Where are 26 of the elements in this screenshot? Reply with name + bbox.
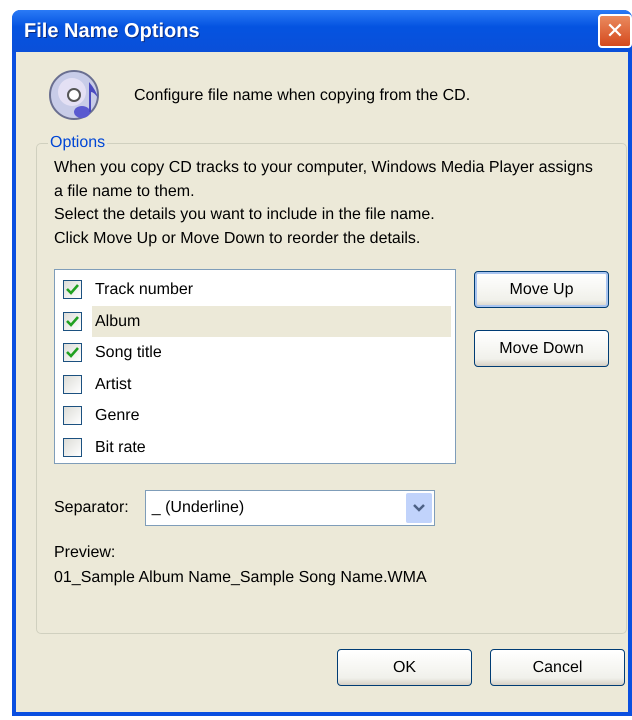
separator-dropdown[interactable]: _ (Underline) [144, 490, 435, 526]
checkbox[interactable] [63, 312, 82, 331]
preview-label: Preview: [54, 543, 116, 563]
move-button[interactable]: Move Down [474, 330, 609, 367]
dialog-button[interactable]: OK [337, 649, 472, 686]
preview-text: 01_Sample Album Name_Sample Song Name.WMA [54, 568, 428, 588]
checkbox[interactable] [63, 406, 82, 426]
checkbox[interactable] [63, 374, 82, 394]
list-item[interactable]: Bit rate [92, 432, 451, 463]
description-text: When you copy CD tracks to your computer, Windows Media Player assigns a file name to them. [54, 158, 594, 202]
description-text: Select the details you want to include in the file name. [54, 205, 436, 225]
window-title: File Name Options [24, 20, 200, 42]
list-item[interactable]: Song title [92, 337, 451, 368]
list-item[interactable]: Genre [92, 400, 451, 432]
separator-label: Separator: [54, 499, 129, 517]
dialog-button[interactable]: Cancel [490, 649, 625, 686]
list-item[interactable]: Artist [92, 368, 451, 400]
header-text: Configure file name when copying from the CD. [134, 87, 470, 105]
description-text: Click Move Up or Move Down to reorder the details. [54, 228, 422, 248]
move-button[interactable]: Move Up [474, 271, 609, 308]
checkbox[interactable] [63, 280, 82, 300]
list-item[interactable]: Album [92, 306, 451, 337]
checkbox[interactable] [63, 438, 82, 457]
list-item[interactable]: Track number [92, 274, 451, 306]
group-legend: Options [48, 134, 108, 152]
checkbox[interactable] [63, 343, 82, 362]
